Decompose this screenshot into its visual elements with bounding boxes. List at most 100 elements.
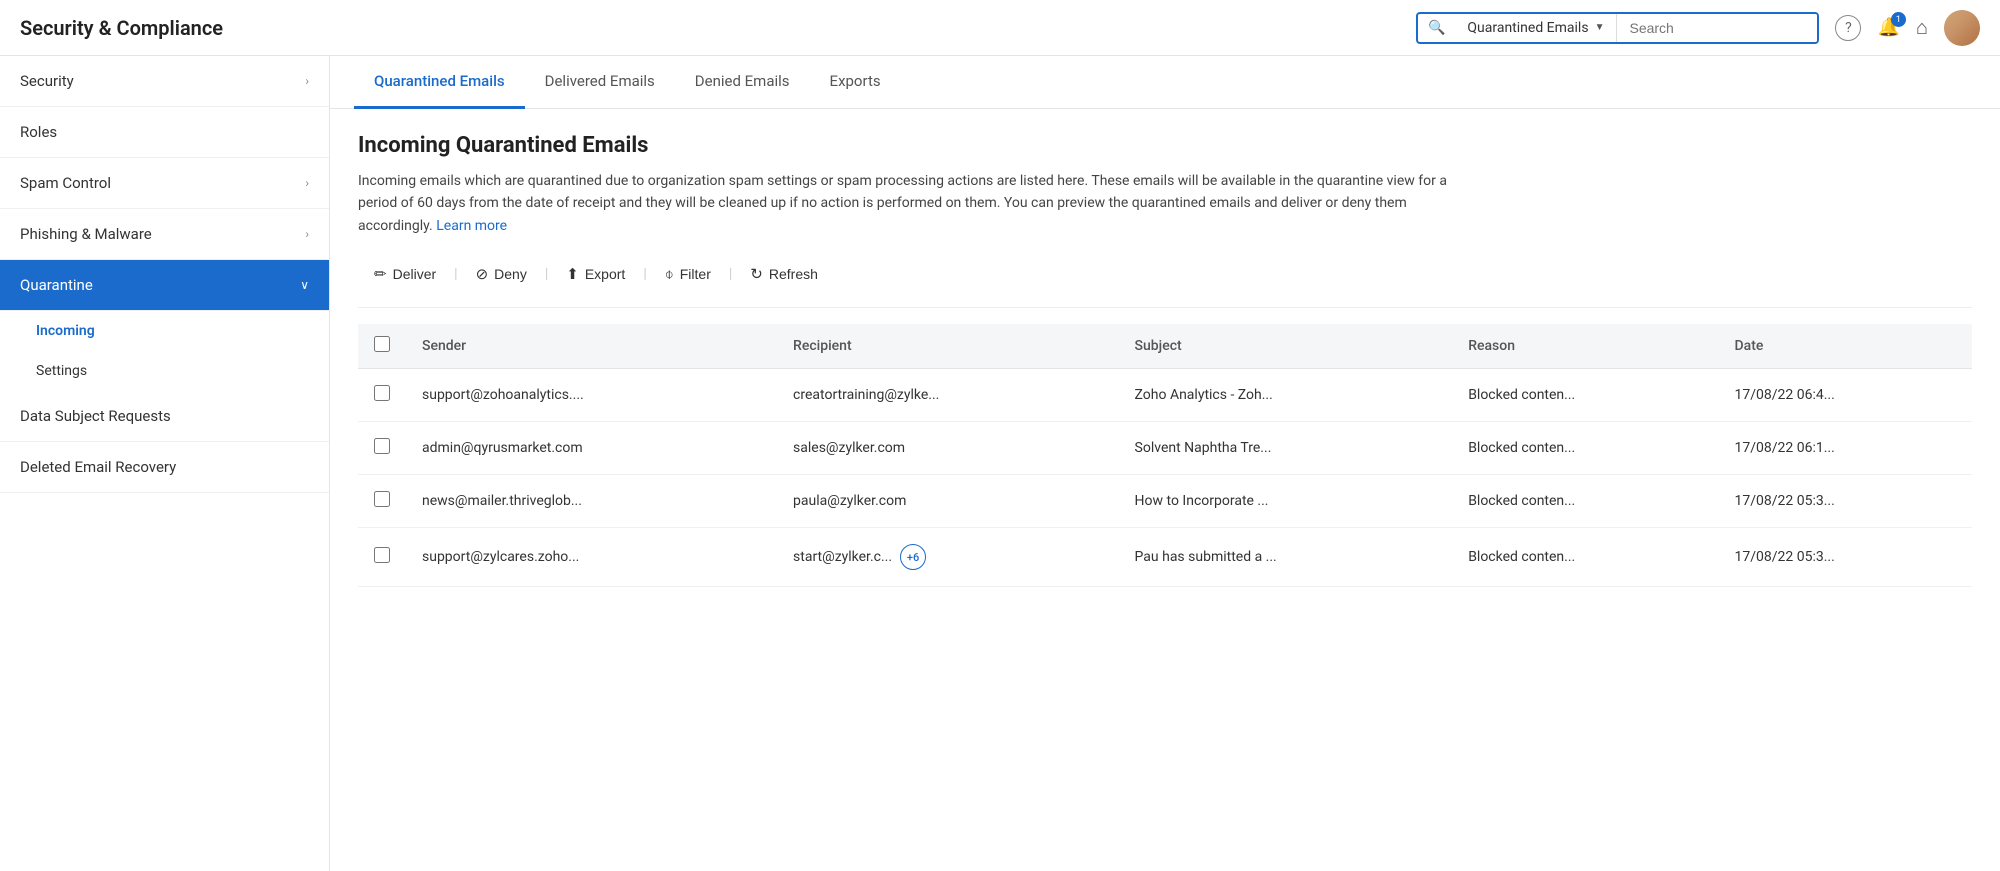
sidebar-item-phishing[interactable]: Phishing & Malware › <box>0 209 329 260</box>
recipient-more-badge[interactable]: +6 <box>900 544 926 570</box>
search-scope-selector[interactable]: Quarantined Emails ▼ <box>1455 14 1617 42</box>
refresh-button[interactable]: ↻ Refresh <box>734 257 834 291</box>
deny-button[interactable]: ⊘ Deny <box>460 257 543 291</box>
table-row: support@zylcares.zoho... start@zylker.c.… <box>358 528 1972 587</box>
row-sender: news@mailer.thriveglob... <box>406 475 777 528</box>
table-row: support@zohoanalytics.... creatortrainin… <box>358 369 1972 422</box>
app-title: Security & Compliance <box>20 16 223 40</box>
sidebar-item-security-label: Security <box>20 72 74 90</box>
row-recipient: start@zylker.c... +6 <box>777 528 1119 587</box>
tab-delivered-emails[interactable]: Delivered Emails <box>525 56 675 109</box>
divider: | <box>452 266 459 282</box>
table-row: news@mailer.thriveglob... paula@zylker.c… <box>358 475 1972 528</box>
sidebar-item-security[interactable]: Security › <box>0 56 329 107</box>
row-checkbox[interactable] <box>374 547 390 563</box>
content-area: Quarantined Emails Delivered Emails Deni… <box>330 56 2000 871</box>
row-checkbox[interactable] <box>374 385 390 401</box>
row-checkbox-cell[interactable] <box>358 528 406 587</box>
row-checkbox-cell[interactable] <box>358 422 406 475</box>
learn-more-link[interactable]: Learn more <box>436 218 507 234</box>
sidebar-sub-item-incoming[interactable]: Incoming <box>0 311 329 351</box>
email-table: Sender Recipient Subject Reason Date sup… <box>358 324 1972 587</box>
row-checkbox-cell[interactable] <box>358 475 406 528</box>
filter-button[interactable]: ⌽ Filter <box>649 258 727 291</box>
chevron-down-icon: ▼ <box>1595 22 1605 33</box>
export-icon: ⬆ <box>566 265 579 283</box>
search-icon: 🔍 <box>1418 14 1455 42</box>
home-icon: ⌂ <box>1916 15 1928 39</box>
chevron-right-icon: › <box>305 176 309 190</box>
col-recipient: Recipient <box>777 324 1119 369</box>
select-all-checkbox[interactable] <box>374 336 390 352</box>
sidebar-item-deleted-email-label: Deleted Email Recovery <box>20 458 176 476</box>
main-layout: Security › Roles Spam Control › Phishing… <box>0 56 2000 871</box>
row-checkbox[interactable] <box>374 438 390 454</box>
avatar-image <box>1944 10 1980 46</box>
sidebar-item-spam-control[interactable]: Spam Control › <box>0 158 329 209</box>
notification-badge: 1 <box>1891 12 1906 27</box>
action-bar: ✏ Deliver | ⊘ Deny | ⬆ Export | ⌽ Filter <box>358 257 1972 308</box>
col-subject: Subject <box>1119 324 1453 369</box>
row-sender: admin@qyrusmarket.com <box>406 422 777 475</box>
row-sender: support@zohoanalytics.... <box>406 369 777 422</box>
export-button[interactable]: ⬆ Export <box>550 257 641 291</box>
sidebar-item-quarantine-label: Quarantine <box>20 276 93 294</box>
sidebar-item-deleted-email[interactable]: Deleted Email Recovery <box>0 442 329 493</box>
divider: | <box>543 266 550 282</box>
row-checkbox[interactable] <box>374 491 390 507</box>
row-recipient: sales@zylker.com <box>777 422 1119 475</box>
table-header-row: Sender Recipient Subject Reason Date <box>358 324 1972 369</box>
divider: | <box>641 266 648 282</box>
sidebar-item-roles-label: Roles <box>20 123 57 141</box>
row-subject: Solvent Naphtha Tre... <box>1119 422 1453 475</box>
app-header: Security & Compliance 🔍 Quarantined Emai… <box>0 0 2000 56</box>
sidebar: Security › Roles Spam Control › Phishing… <box>0 56 330 871</box>
user-avatar[interactable] <box>1944 10 1980 46</box>
col-sender: Sender <box>406 324 777 369</box>
row-subject: Zoho Analytics - Zoh... <box>1119 369 1453 422</box>
deliver-button[interactable]: ✏ Deliver <box>358 257 452 291</box>
sidebar-item-data-subject-label: Data Subject Requests <box>20 407 171 425</box>
row-recipient: creatortraining@zylke... <box>777 369 1119 422</box>
content-body: Incoming Quarantined Emails Incoming ema… <box>330 109 2000 611</box>
row-date: 17/08/22 05:3... <box>1719 528 1972 587</box>
chevron-right-icon: › <box>305 227 309 241</box>
row-reason: Blocked conten... <box>1452 369 1718 422</box>
sidebar-item-roles[interactable]: Roles <box>0 107 329 158</box>
tab-quarantined-emails[interactable]: Quarantined Emails <box>354 56 525 109</box>
sidebar-item-quarantine[interactable]: Quarantine ∨ <box>0 260 329 311</box>
row-date: 17/08/22 05:3... <box>1719 475 1972 528</box>
sidebar-sub-item-incoming-label: Incoming <box>36 323 95 339</box>
select-all-header[interactable] <box>358 324 406 369</box>
search-input[interactable] <box>1617 14 1817 42</box>
deliver-icon: ✏ <box>374 265 387 283</box>
sidebar-sub-item-settings[interactable]: Settings <box>0 351 329 391</box>
notification-button[interactable]: 🔔 1 <box>1877 17 1899 38</box>
help-icon: ? <box>1835 15 1861 41</box>
row-date: 17/08/22 06:4... <box>1719 369 1972 422</box>
col-date: Date <box>1719 324 1972 369</box>
row-sender: support@zylcares.zoho... <box>406 528 777 587</box>
chevron-right-icon: › <box>305 74 309 88</box>
help-button[interactable]: ? <box>1835 15 1861 41</box>
row-reason: Blocked conten... <box>1452 528 1718 587</box>
chevron-down-icon: ∨ <box>300 278 309 292</box>
tab-denied-emails[interactable]: Denied Emails <box>675 56 810 109</box>
sidebar-item-data-subject[interactable]: Data Subject Requests <box>0 391 329 442</box>
table-row: admin@qyrusmarket.com sales@zylker.com S… <box>358 422 1972 475</box>
filter-icon: ⌽ <box>665 266 674 283</box>
page-description: Incoming emails which are quarantined du… <box>358 170 1458 237</box>
row-checkbox-cell[interactable] <box>358 369 406 422</box>
search-bar[interactable]: 🔍 Quarantined Emails ▼ <box>1416 12 1820 44</box>
tab-exports[interactable]: Exports <box>810 56 901 109</box>
row-subject: Pau has submitted a ... <box>1119 528 1453 587</box>
row-subject: How to Incorporate ... <box>1119 475 1453 528</box>
row-recipient: paula@zylker.com <box>777 475 1119 528</box>
refresh-icon: ↻ <box>750 265 763 283</box>
row-reason: Blocked conten... <box>1452 475 1718 528</box>
deny-icon: ⊘ <box>476 265 489 283</box>
recipient-email: creatortraining@zylke... <box>793 387 939 403</box>
home-button[interactable]: ⌂ <box>1916 15 1928 40</box>
col-reason: Reason <box>1452 324 1718 369</box>
search-scope-label: Quarantined Emails <box>1467 20 1588 36</box>
